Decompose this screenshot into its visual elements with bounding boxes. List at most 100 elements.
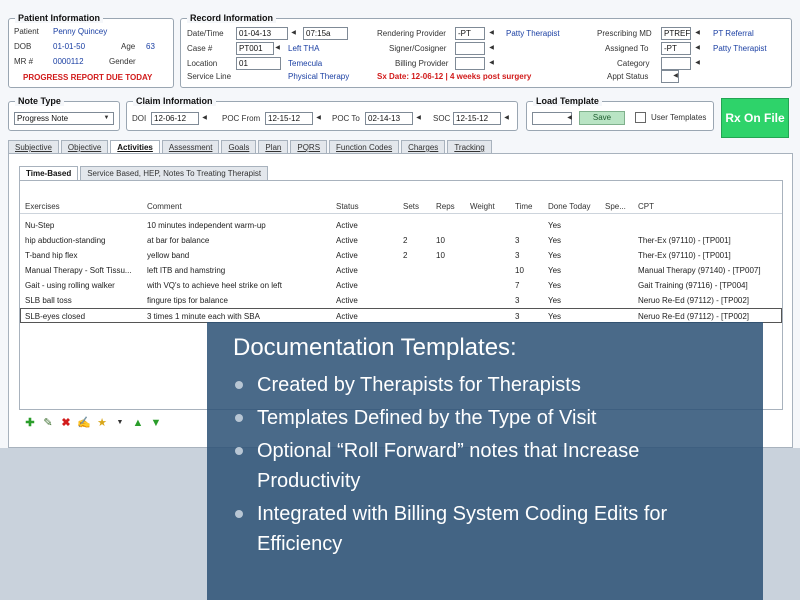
table-row-selected[interactable]: SLB-eyes closed 3 times 1 minute each wi… <box>20 308 782 323</box>
header-sets[interactable]: Sets <box>403 202 433 211</box>
location-input[interactable]: 01 <box>236 57 281 70</box>
poc-to-dropdown-icon[interactable]: ◀ <box>414 113 423 124</box>
delete-icon[interactable]: ✖ <box>59 416 73 430</box>
cell-exercise: SLB-eyes closed <box>25 312 86 321</box>
signer-dropdown-icon[interactable]: ◀ <box>487 43 496 54</box>
header-cpt[interactable]: CPT <box>638 202 778 211</box>
case-dropdown-icon[interactable]: ◀ <box>273 43 282 54</box>
header-reps[interactable]: Reps <box>436 202 466 211</box>
prescribing-md-input[interactable]: PTREF <box>661 27 691 40</box>
doi-input[interactable]: 12-06-12 <box>151 112 199 125</box>
save-template-button[interactable]: Save <box>579 111 625 125</box>
doi-dropdown-icon[interactable]: ◀ <box>200 113 209 124</box>
table-row[interactable]: SLB ball toss fingure tips for balance A… <box>20 293 782 308</box>
header-exercises[interactable]: Exercises <box>25 202 143 211</box>
documentation-templates-overlay: Documentation Templates: Created by Ther… <box>207 322 763 600</box>
appt-status-dropdown-icon[interactable]: ◀ <box>671 71 680 82</box>
cell-status: Active <box>336 281 358 290</box>
cell-status: Active <box>336 251 358 260</box>
date-input[interactable]: 01-04-13 <box>236 27 288 40</box>
table-row[interactable]: Manual Therapy - Soft Tissu... left ITB … <box>20 263 782 278</box>
record-info-legend: Record Information <box>187 13 277 23</box>
cell-done-today: Yes <box>548 251 562 260</box>
cell-done-today: Yes <box>548 221 562 230</box>
activity-subtabs: Time-Based Service Based, HEP, Notes To … <box>19 166 270 180</box>
claim-info-legend: Claim Information <box>133 96 216 106</box>
cell-time: 7 <box>515 281 520 290</box>
overlay-title: Documentation Templates: <box>233 334 517 361</box>
date-dropdown-icon[interactable]: ◀ <box>289 28 298 39</box>
favorite-dropdown-icon[interactable]: ▼ <box>113 416 127 430</box>
cell-status: Active <box>336 266 358 275</box>
prescribing-md-label: Prescribing MD <box>597 29 652 38</box>
case-input[interactable]: PT001 <box>236 42 274 55</box>
assigned-to-input[interactable]: -PT <box>661 42 691 55</box>
patient-name[interactable]: Penny Quincey <box>53 27 107 36</box>
soc-input[interactable]: 12-15-12 <box>453 112 501 125</box>
tab-activities[interactable]: Activities <box>110 140 160 154</box>
cell-cpt: Neruo Re-Ed (97112) - [TP002] <box>638 312 750 321</box>
time-input[interactable]: 07:15a <box>303 27 348 40</box>
edit-icon[interactable]: ✎ <box>41 416 55 430</box>
billing-provider-dropdown-icon[interactable]: ◀ <box>487 58 496 69</box>
cell-cpt: Gait Training (97116) - [TP004] <box>638 281 748 290</box>
signer-input[interactable] <box>455 42 485 55</box>
favorite-icon[interactable]: ★ <box>95 416 109 430</box>
grid-header: Exercises Comment Status Sets Reps Weigh… <box>20 199 782 214</box>
progress-report-alert: PROGRESS REPORT DUE TODAY <box>23 73 153 82</box>
tab-assessment[interactable]: Assessment <box>161 140 220 154</box>
note-type-panel: Note Type Progress Note ▼ <box>8 96 120 131</box>
tab-plan[interactable]: Plan <box>258 140 289 154</box>
billing-provider-input[interactable] <box>455 57 485 70</box>
cell-comment: yellow band <box>147 251 190 260</box>
category-input[interactable] <box>661 57 691 70</box>
rendering-provider-dropdown-icon[interactable]: ◀ <box>487 28 496 39</box>
subtab-time-based[interactable]: Time-Based <box>19 166 79 180</box>
move-down-icon[interactable]: ▼ <box>149 416 163 430</box>
soc-dropdown-icon[interactable]: ◀ <box>502 113 511 124</box>
cell-status: Active <box>336 296 358 305</box>
tab-tracking[interactable]: Tracking <box>447 140 492 154</box>
table-row[interactable]: Gait - using rolling walker with VQ's to… <box>20 278 782 293</box>
assigned-to-dropdown-icon[interactable]: ◀ <box>693 43 702 54</box>
poc-from-dropdown-icon[interactable]: ◀ <box>314 113 323 124</box>
header-comment[interactable]: Comment <box>147 202 332 211</box>
cell-done-today: Yes <box>548 281 562 290</box>
note-type-select[interactable]: Progress Note <box>14 112 114 125</box>
table-row[interactable]: hip abduction-standing at bar for balanc… <box>20 233 782 248</box>
note-type-chevron-down-icon[interactable]: ▼ <box>102 113 111 124</box>
case-label: Case # <box>187 44 213 53</box>
header-status[interactable]: Status <box>336 202 396 211</box>
overlay-bullet: Templates Defined by the Type of Visit <box>233 403 737 433</box>
header-spe[interactable]: Spe... <box>605 202 635 211</box>
overlay-bullet: Integrated with Billing System Coding Ed… <box>233 499 737 559</box>
table-row[interactable]: Nu-Step 10 minutes independent warm-up A… <box>20 218 782 233</box>
rx-on-file-button[interactable]: Rx On File <box>721 98 789 138</box>
prescribing-md-dropdown-icon[interactable]: ◀ <box>693 28 702 39</box>
poc-to-input[interactable]: 02-14-13 <box>365 112 413 125</box>
add-icon[interactable]: ✚ <box>23 416 37 430</box>
tab-function-codes[interactable]: Function Codes <box>329 140 400 154</box>
grid-toolbar: ✚ ✎ ✖ ✍ ★ ▼ ▲ ▼ <box>23 416 163 430</box>
tab-charges[interactable]: Charges <box>401 140 446 154</box>
table-row[interactable]: T-band hip flex yellow band Active 2 10 … <box>20 248 782 263</box>
move-up-icon[interactable]: ▲ <box>131 416 145 430</box>
location-desc: Temecula <box>288 59 323 68</box>
tab-objective[interactable]: Objective <box>60 140 109 154</box>
cell-comment: left ITB and hamstring <box>147 266 226 275</box>
tab-pqrs[interactable]: PQRS <box>290 140 328 154</box>
header-done-today[interactable]: Done Today <box>548 202 603 211</box>
rendering-provider-input[interactable]: -PT <box>455 27 485 40</box>
subtab-service-based[interactable]: Service Based, HEP, Notes To Treating Th… <box>80 166 269 180</box>
user-templates-checkbox[interactable] <box>635 112 646 123</box>
template-dropdown-icon[interactable]: ◀ <box>565 113 574 124</box>
cell-cpt: Ther-Ex (97110) - [TP001] <box>638 251 731 260</box>
header-weight[interactable]: Weight <box>470 202 510 211</box>
header-time[interactable]: Time <box>515 202 543 211</box>
poc-from-input[interactable]: 12-15-12 <box>265 112 313 125</box>
cell-cpt: Ther-Ex (97110) - [TP001] <box>638 236 731 245</box>
note-icon[interactable]: ✍ <box>77 416 91 430</box>
category-dropdown-icon[interactable]: ◀ <box>693 58 702 69</box>
tab-subjective[interactable]: Subjective <box>8 140 59 154</box>
tab-goals[interactable]: Goals <box>221 140 257 154</box>
